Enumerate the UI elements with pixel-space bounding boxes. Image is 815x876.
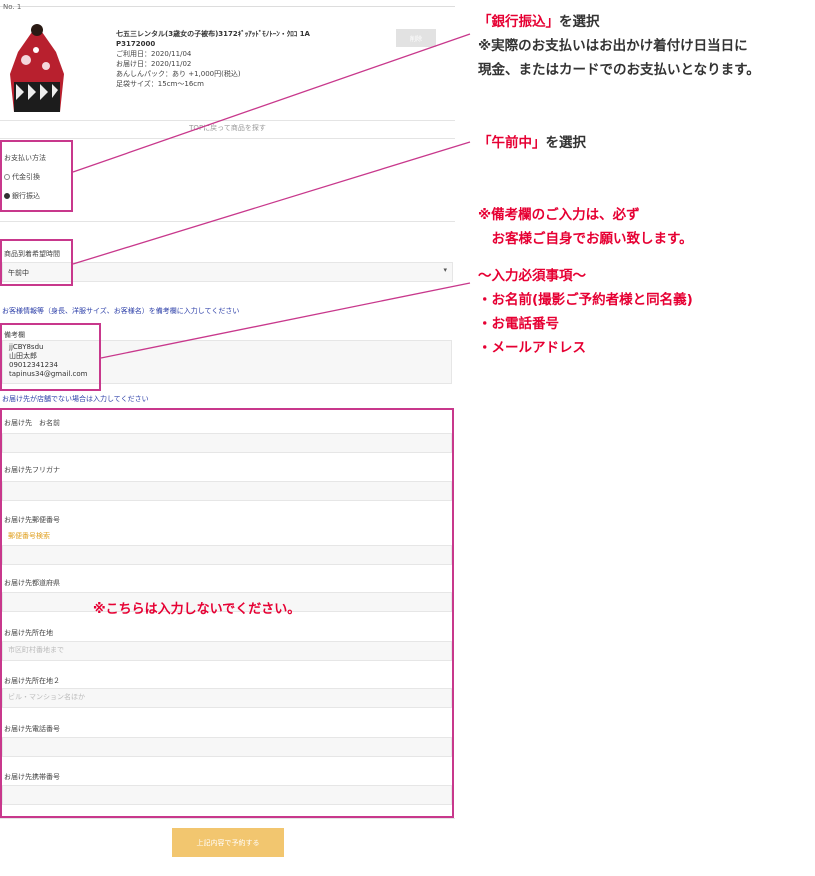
kimono-product-image[interactable] (6, 22, 68, 118)
annotation-highlight: 「午前中」 (478, 135, 546, 151)
remarks-highlight-box (0, 323, 101, 391)
top-divider (0, 6, 455, 7)
annotation-text: 〜入力必須事項〜 (478, 268, 586, 284)
annotation-highlight: 「銀行振込」 (478, 14, 559, 30)
annotation-delivery-time: 「午前中」を選択 (478, 131, 586, 155)
annotation-text: ※実際のお支払いはお出かけ着付け日当日に (478, 38, 748, 54)
annotation-text: を選択 (545, 135, 587, 151)
do-not-fill-warning: ※こちらは入力しないでください。 (93, 602, 301, 617)
product-name[interactable]: 七五三レンタル(3歳女の子被布)3172ｷﾞｯｱｯﾄﾞﾓﾉﾄｰﾝ・ｸﾛｺ 1A (116, 29, 396, 39)
divider (0, 138, 455, 139)
foot-size: 足袋サイズ：15cm〜16cm (116, 80, 204, 88)
delete-item-button[interactable]: 削除 (396, 29, 436, 47)
delivery-time-highlight-box (0, 239, 73, 286)
annotation-text: ・お電話番号 (478, 316, 559, 332)
annotation-text: お客様ご自身でお願い致します。 (478, 231, 693, 247)
product-code: P3172000 (116, 40, 156, 48)
item-number: No. 1 (3, 3, 22, 11)
annotation-text: ・メールアドレス (478, 340, 586, 356)
divider (0, 221, 455, 222)
divider (0, 120, 455, 121)
annotation-text: ※備考欄のご入力は、必ず (478, 207, 640, 223)
product-info: 七五三レンタル(3歳女の子被布)3172ｷﾞｯｱｯﾄﾞﾓﾉﾄｰﾝ・ｸﾛｺ 1A … (116, 29, 396, 89)
back-to-top-link[interactable]: TOPに戻って商品を探す (0, 123, 455, 133)
delivery-date: お届け日：2020/11/02 (116, 60, 192, 68)
annotation-text: を選択 (559, 14, 600, 30)
anshin-pack: あんしんパック：あり +1,000円(税込) (116, 70, 241, 78)
chevron-down-icon: ▾ (443, 266, 447, 274)
shipping-notice: お届け先が店舗でない場合は入力してください (2, 395, 149, 403)
use-date: ご利用日：2020/11/04 (116, 50, 192, 58)
submit-reservation-button[interactable]: 上記内容で予約する (172, 828, 284, 857)
payment-highlight-box (0, 140, 73, 212)
annotation-required-items: 〜入力必須事項〜 ・お名前(撮影ご予約者様と同名義) ・お電話番号 ・メールアド… (478, 264, 693, 360)
annotation-payment: 「銀行振込」を選択 ※実際のお支払いはお出かけ着付け日当日に 現金、またはカード… (478, 10, 760, 82)
divider (0, 818, 455, 819)
annotation-text: 現金、またはカードでのお支払いとなります。 (478, 62, 760, 78)
customer-info-notice: お客様情報等（身長、洋服サイズ、お客様名）を備考欄に入力してください (2, 307, 240, 315)
annotation-text: ・お名前(撮影ご予約者様と同名義) (478, 292, 693, 308)
annotation-remarks-note: ※備考欄のご入力は、必ず お客様ご自身でお願い致します。 (478, 203, 693, 251)
